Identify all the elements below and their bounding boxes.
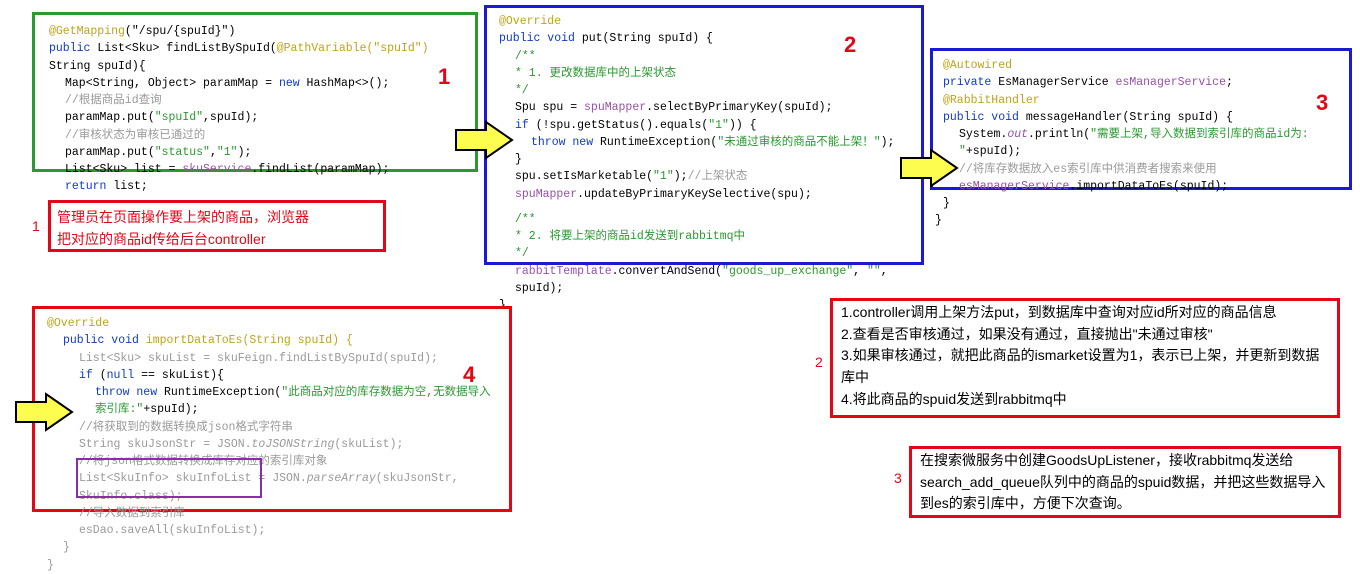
step-number-1: 1: [438, 60, 450, 93]
desc-label-2: 1.controller调用上架方法put，到数据库中查询对应id所对应的商品信…: [830, 298, 1340, 418]
code-block-1: @GetMapping("/spu/{spuId}") public List<…: [32, 12, 478, 172]
purple-highlight: [76, 458, 262, 498]
arrow-icon: [454, 120, 514, 160]
desc-label-3: 在搜索微服务中创建GoodsUpListener，接收rabbitmq发送给se…: [909, 446, 1341, 518]
step-number-4: 4: [463, 358, 475, 391]
arrow-icon: [899, 148, 959, 188]
step-number-3: 3: [1316, 86, 1328, 119]
side-number-1: 1: [32, 216, 40, 237]
side-number-2: 2: [815, 352, 823, 373]
side-number-3: 3: [894, 468, 902, 489]
desc-label-1: 管理员在页面操作要上架的商品，浏览器 把对应的商品id传给后台controlle…: [48, 200, 386, 252]
code-block-2: @Override public void put(String spuId) …: [484, 5, 924, 265]
arrow-icon: [14, 392, 74, 432]
annotation: @GetMapping: [49, 25, 125, 38]
code-block-3: @Autowired private EsManagerService esMa…: [930, 48, 1352, 190]
step-number-2: 2: [844, 28, 856, 61]
